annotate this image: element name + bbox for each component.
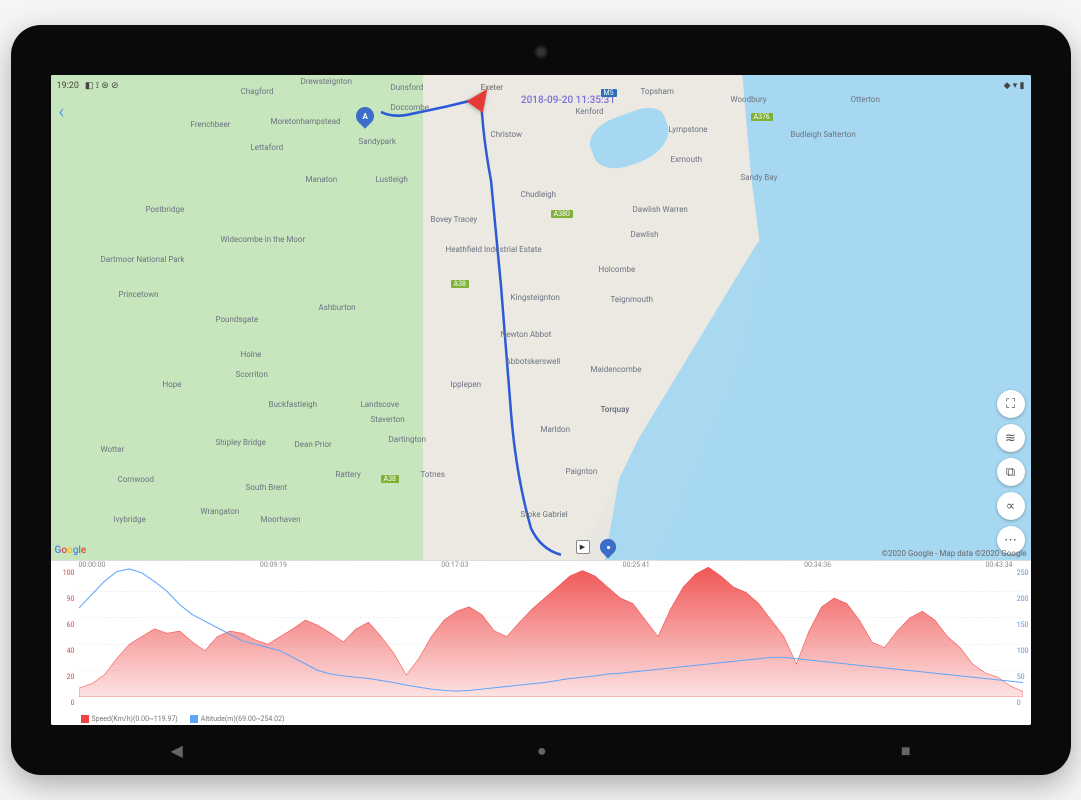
place-scorriton: Scorriton <box>236 370 268 379</box>
place-ipplepen: Ipplepen <box>451 380 482 389</box>
place-ashburton: Ashburton <box>319 303 356 312</box>
place-teignmouth: Teignmouth <box>611 295 654 304</box>
chart[interactable]: 00:00:00 00:09:19 00:17:03 00:25:41 00:3… <box>51 560 1031 725</box>
place-widecombe: Widecombe in the Moor <box>221 235 306 244</box>
export-button[interactable]: ⧉ <box>997 458 1025 486</box>
wifi-icon: ◆ ▾ ▮ <box>1004 81 1025 91</box>
place-moreton: Moretonhampstead <box>271 117 341 126</box>
place-shipley: Shipley Bridge <box>216 438 266 447</box>
android-nav: ◀ ● ■ <box>51 741 1031 761</box>
place-wrangaton: Wrangaton <box>201 507 240 516</box>
place-sandypark: Sandypark <box>359 137 396 146</box>
map-attribution: ©2020 Google - Map data ©2020 Google <box>882 549 1027 558</box>
place-buckfast: Buckfastleigh <box>269 400 318 409</box>
back-button[interactable]: ‹ <box>59 99 65 123</box>
play-button[interactable]: ▶ <box>576 540 590 554</box>
place-maidencombe: Maidencombe <box>591 365 642 374</box>
place-princetown: Princetown <box>119 290 159 299</box>
place-marldon: Marldon <box>541 425 570 434</box>
nav-recent-icon[interactable]: ■ <box>901 741 911 761</box>
place-deanprior: Dean Prior <box>295 440 332 449</box>
road-badge-a380: A380 <box>551 210 573 218</box>
chart-legend: Speed(Km/h)(0.00~119.97) Altitude(m)(69.… <box>81 715 285 723</box>
chart-canvas <box>79 565 1023 697</box>
place-dawlish: Dawlish <box>631 230 659 239</box>
place-wotter: Wotter <box>101 445 125 454</box>
google-logo: Google <box>55 545 87 556</box>
place-torquay: Torquay <box>601 405 630 414</box>
place-rattery: Rattery <box>336 470 361 479</box>
place-landscove: Landscove <box>361 400 399 409</box>
marker-end[interactable]: ● <box>596 536 619 559</box>
place-holne: Holne <box>241 350 262 359</box>
place-kenford: Kenford <box>576 107 604 116</box>
place-hope: Hope <box>163 380 182 389</box>
place-doccombe: Doccombe <box>391 103 430 112</box>
export-icon: ⧉ <box>1006 465 1015 480</box>
place-paignton: Paignton <box>566 467 598 476</box>
layers-icon: ≋ <box>1005 431 1016 446</box>
more-icon: ⋯ <box>1004 533 1017 548</box>
place-budleigh: Budleigh Salterton <box>791 130 856 139</box>
legend-swatch-speed <box>81 715 89 723</box>
place-dartmoor: Dartmoor National Park <box>101 255 185 264</box>
place-staverton: Staverton <box>371 415 405 424</box>
place-totnes: Totnes <box>421 470 445 479</box>
chart-x-ticks: 00:00:00 00:09:19 00:17:03 00:25:41 00:3… <box>79 561 1013 569</box>
place-otterton: Otterton <box>851 95 880 104</box>
place-dawlish-warren: Dawlish Warren <box>633 205 688 214</box>
share-icon: ∝ <box>1006 499 1015 514</box>
place-newton: Newton Abbot <box>501 330 552 339</box>
place-ivybridge: Ivybridge <box>114 515 146 524</box>
place-lustleigh: Lustleigh <box>376 175 408 184</box>
place-christow: Christow <box>491 130 523 139</box>
place-bovey: Bovey Tracey <box>431 215 478 224</box>
fullscreen-icon: ⛶ <box>1006 397 1015 412</box>
map[interactable]: ‹ 2018-09-20 11:35:31 A ▶ ● M5 A38 A380 … <box>51 75 1031 560</box>
place-postbridge: Postbridge <box>146 205 185 214</box>
road-badge-a376: A376 <box>751 113 773 121</box>
place-chudleigh: Chudleigh <box>521 190 557 199</box>
place-moorhaven: Moorhaven <box>261 515 301 524</box>
place-kingsteignton: Kingsteignton <box>511 293 560 302</box>
place-heathfield: Heathfield Industrial Estate <box>446 245 542 254</box>
place-frenchbeer: Frenchbeer <box>191 120 231 129</box>
place-manaton: Manaton <box>306 175 338 184</box>
tablet-frame: 19:20 ◧ ⟟ ⊛ ⊘ ◆ ▾ ▮ ‹ 2018-09-20 11:35:3… <box>11 25 1071 775</box>
status-bar: 19:20 ◧ ⟟ ⊛ ⊘ ◆ ▾ ▮ <box>51 75 1031 93</box>
camera-icon <box>534 45 548 59</box>
share-button[interactable]: ∝ <box>997 492 1025 520</box>
place-cornwood: Cornwood <box>118 475 155 484</box>
status-icon: ◧ ⟟ ⊛ ⊘ <box>85 81 119 91</box>
screen: 19:20 ◧ ⟟ ⊛ ⊘ ◆ ▾ ▮ ‹ 2018-09-20 11:35:3… <box>51 75 1031 725</box>
place-abbots: Abbotskerswell <box>506 357 561 366</box>
place-woodbury: Woodbury <box>731 95 767 104</box>
layers-button[interactable]: ≋ <box>997 424 1025 452</box>
chart-y-right: 250 200 150 100 50 0 <box>1017 569 1029 707</box>
place-sandybay: Sandy Bay <box>741 173 778 182</box>
road-badge-a38: A38 <box>451 280 469 288</box>
status-time: 19:20 <box>57 81 79 91</box>
place-dartington: Dartington <box>389 435 427 444</box>
road-badge-a38-2: A38 <box>381 475 399 483</box>
legend-swatch-altitude <box>190 715 198 723</box>
place-exmouth: Exmouth <box>671 155 703 164</box>
place-holcombe: Holcombe <box>599 265 636 274</box>
place-lympstone: Lympstone <box>669 125 708 134</box>
place-poundsgate: Poundsgate <box>216 315 259 324</box>
fullscreen-button[interactable]: ⛶ <box>997 390 1025 418</box>
place-southbrent: South Brent <box>246 483 288 492</box>
place-stoke: Stoke Gabriel <box>521 510 568 519</box>
nav-back-icon[interactable]: ◀ <box>171 741 183 761</box>
nav-home-icon[interactable]: ● <box>537 741 547 761</box>
fab-stack: ⛶ ≋ ⧉ ∝ ⋯ <box>997 390 1025 554</box>
chart-y-left: 100 90 60 40 20 0 <box>53 569 75 707</box>
place-lettaford: Lettaford <box>251 143 284 152</box>
